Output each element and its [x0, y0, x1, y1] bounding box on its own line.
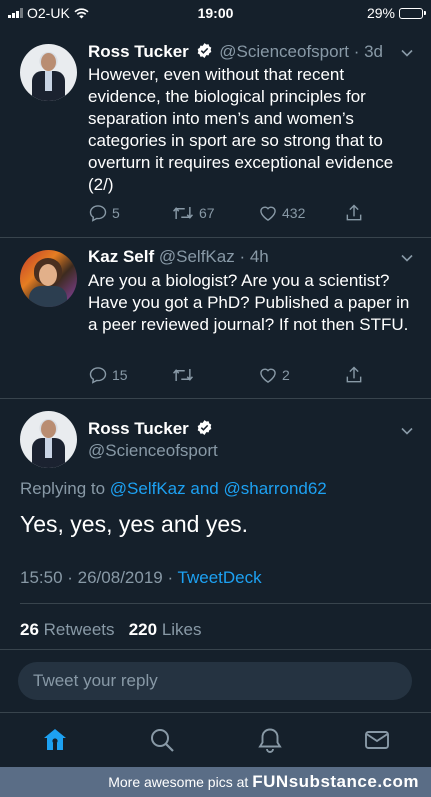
- reply-button[interactable]: 5: [88, 203, 120, 223]
- reply-mention-link[interactable]: @sharrond62: [224, 479, 327, 498]
- retweet-button[interactable]: 67: [171, 203, 215, 223]
- share-icon: [346, 366, 362, 383]
- replying-to: Replying to @SelfKaz and @sharrond62: [20, 479, 327, 499]
- divider: [0, 649, 431, 650]
- reply-count: 15: [112, 367, 128, 383]
- verified-badge-icon: [197, 420, 211, 435]
- tweet-text: However, even without that recent eviden…: [88, 65, 394, 194]
- focused-author-row: Ross Tucker: [88, 419, 215, 439]
- avatar-kaz-self[interactable]: [20, 250, 77, 307]
- replying-and[interactable]: and: [190, 479, 218, 498]
- tweet-kaz-self[interactable]: Kaz Self @SelfKaz · 4h Are you a biologi…: [0, 238, 431, 398]
- author-handle[interactable]: @SelfKaz: [159, 247, 235, 266]
- verified-badge-icon: [197, 43, 211, 58]
- author-name[interactable]: Ross Tucker: [88, 419, 189, 438]
- like-button[interactable]: 2: [258, 365, 290, 385]
- tweet-text: Are you a biologist? Are you a scientist…: [88, 271, 410, 334]
- heart-icon: [260, 206, 276, 221]
- reply-count: 5: [112, 205, 120, 221]
- replying-prefix: Replying to: [20, 479, 106, 498]
- like-total: 220: [128, 620, 158, 639]
- share-button[interactable]: [344, 203, 364, 223]
- chevron-down-icon[interactable]: [399, 423, 415, 439]
- tweet-text: Yes, yes, yes and yes.: [20, 511, 249, 537]
- notifications-icon[interactable]: [256, 726, 284, 754]
- retweet-button[interactable]: [171, 365, 199, 385]
- likes-label: Likes: [161, 620, 202, 639]
- tweet-time: · 4h: [239, 247, 269, 266]
- author-name[interactable]: Kaz Self: [88, 247, 154, 266]
- reply-button[interactable]: 15: [88, 365, 128, 385]
- reply-box: [18, 662, 412, 700]
- tweet-ross-tucker[interactable]: Ross Tucker @Scienceofsport · 3d However…: [0, 0, 431, 238]
- tweet-actions: 5 67 432: [88, 203, 378, 225]
- tweet-stats: 26 Retweets 220 Likes: [20, 620, 202, 640]
- reply-icon: [89, 205, 107, 222]
- tweet-actions: 15 2: [88, 365, 378, 387]
- tab-bar: [0, 712, 431, 766]
- watermark-text: More awesome pics at: [108, 774, 249, 790]
- share-icon: [346, 204, 362, 221]
- like-count: 432: [282, 205, 306, 221]
- like-count: 2: [282, 367, 290, 383]
- divider: [0, 398, 431, 399]
- likes-stat[interactable]: 220 Likes: [129, 620, 202, 639]
- chevron-down-icon[interactable]: [399, 250, 415, 266]
- author-handle[interactable]: @Scienceofsport: [88, 441, 218, 461]
- watermark-logo: FUNsubstance.com: [252, 772, 419, 792]
- author-name[interactable]: Ross Tucker: [88, 42, 189, 61]
- author-handle[interactable]: @Scienceofsport: [219, 42, 349, 61]
- reply-icon: [89, 367, 107, 384]
- reply-mention-link[interactable]: @SelfKaz: [110, 479, 186, 498]
- tweet-header: Ross Tucker @Scienceofsport · 3d: [88, 42, 383, 62]
- heart-icon: [260, 368, 276, 383]
- chevron-down-icon[interactable]: [399, 45, 415, 61]
- avatar-ross-tucker[interactable]: [20, 411, 77, 468]
- retweets-stat[interactable]: 26 Retweets: [20, 620, 115, 639]
- messages-icon[interactable]: [363, 726, 391, 754]
- tweet-source-link[interactable]: TweetDeck: [178, 568, 262, 587]
- retweet-icon: [173, 207, 193, 219]
- tweet-time: · 3d: [353, 42, 383, 61]
- tweet-meta: 15:50 · 26/08/2019 · TweetDeck: [20, 568, 262, 588]
- home-icon[interactable]: [41, 726, 69, 754]
- tweet-timestamp: 15:50 · 26/08/2019 ·: [20, 568, 174, 587]
- search-icon[interactable]: [148, 726, 176, 754]
- brand-suffix: .com: [377, 772, 419, 791]
- retweet-icon: [173, 369, 193, 381]
- avatar-ross-tucker[interactable]: [20, 44, 77, 101]
- tweet-header: Kaz Self @SelfKaz · 4h: [88, 247, 269, 267]
- brand-fun: FUN: [252, 772, 289, 791]
- retweet-count: 67: [199, 205, 215, 221]
- divider: [20, 603, 431, 604]
- watermark-banner: More awesome pics at FUNsubstance.com: [0, 767, 431, 797]
- reply-input[interactable]: [18, 662, 412, 700]
- retweets-label: Retweets: [43, 620, 115, 639]
- brand-substance: substance: [288, 772, 378, 791]
- like-button[interactable]: 432: [258, 203, 305, 223]
- retweet-total: 26: [20, 620, 39, 639]
- share-button[interactable]: [344, 365, 364, 385]
